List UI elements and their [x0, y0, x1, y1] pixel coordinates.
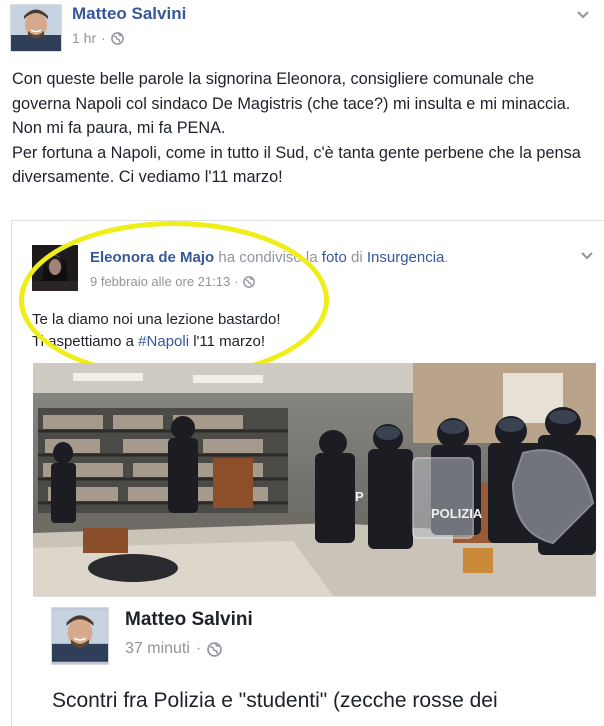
shared-text-fragment: l'11 marzo!	[189, 333, 265, 350]
nested-post-text: Scontri fra Polizia e "studenti" (zecche…	[52, 689, 498, 712]
post-text-line: Per fortuna a Napoli, come in tutto il S…	[12, 143, 581, 187]
facebook-post: Matteo Salvini 1 hr · Con queste belle p…	[0, 0, 604, 726]
shared-post-meta: 9 febbraio alle ore 21:13 ·	[90, 274, 255, 289]
shared-author-name[interactable]: Eleonora de Majo	[90, 249, 214, 266]
nested-author-avatar[interactable]	[51, 607, 109, 665]
post-meta: 1 hr ·	[72, 30, 124, 46]
author-name[interactable]: Matteo Salvini	[72, 4, 186, 24]
meta-separator: ·	[195, 640, 202, 657]
meta-separator: ·	[101, 30, 106, 46]
share-header-line: Eleonora de Majo ha condiviso la foto di…	[90, 249, 449, 266]
shared-post-text: Te la diamo noi una lezione bastardo! Ti…	[32, 309, 281, 353]
post-time[interactable]: 1 hr	[72, 30, 96, 46]
share-action-text: ha condiviso la	[218, 249, 318, 266]
nested-post-meta: 37 minuti ·	[125, 640, 223, 658]
shared-text-line: Ti aspettiamo a #Napoli l'11 marzo!	[32, 331, 281, 353]
globe-icon[interactable]	[242, 275, 255, 288]
shared-text-fragment: Ti aspettiamo a	[32, 333, 139, 350]
photo-link[interactable]: foto	[322, 249, 347, 266]
nested-post-body: Matteo Salvini 37 minuti · Scontri fra P…	[33, 596, 596, 726]
shared-author-avatar[interactable]	[32, 245, 78, 291]
shared-photo[interactable]: POLIZIA P	[33, 363, 596, 596]
share-action-text: di	[350, 249, 363, 266]
source-page-link[interactable]: Insurgencia	[367, 249, 445, 266]
post-text-line: Non mi fa paura, mi fa PENA.	[12, 119, 226, 137]
nested-post-time[interactable]: 37 minuti	[125, 640, 190, 658]
post-text-line: Con queste belle parole la signorina Ele…	[12, 70, 571, 113]
svg-text:POLIZIA: POLIZIA	[431, 506, 483, 521]
shared-post-time[interactable]: 9 febbraio alle ore 21:13	[90, 274, 230, 289]
hashtag-link[interactable]: #Napoli	[138, 333, 189, 350]
shared-post-card: Eleonora de Majo ha condiviso la foto di…	[11, 220, 604, 726]
nested-original-post: Matteo Salvini 37 minuti · Scontri fra P…	[33, 596, 596, 726]
globe-icon[interactable]	[110, 31, 124, 45]
author-avatar[interactable]	[10, 4, 62, 52]
nested-author-name[interactable]: Matteo Salvini	[125, 609, 253, 631]
shared-text-line: Te la diamo noi una lezione bastardo!	[32, 311, 281, 328]
meta-separator: ·	[234, 274, 239, 289]
globe-icon[interactable]	[207, 641, 223, 657]
chevron-down-icon[interactable]	[580, 251, 594, 261]
svg-text:P: P	[355, 489, 364, 504]
post-text: Con queste belle parole la signorina Ele…	[12, 67, 597, 190]
chevron-down-icon[interactable]	[576, 10, 590, 20]
share-period: .	[444, 249, 449, 266]
